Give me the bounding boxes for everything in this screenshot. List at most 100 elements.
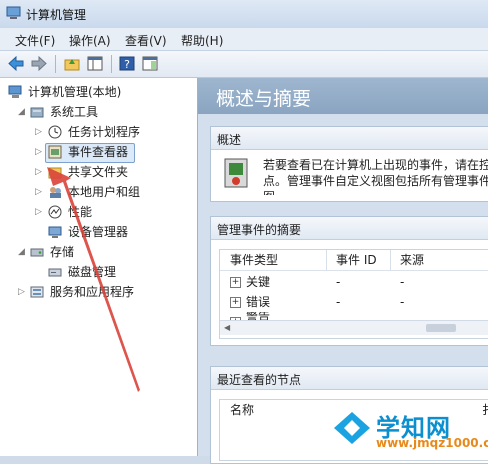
svg-text:?: ?: [124, 58, 130, 71]
device-manager-icon: [48, 225, 63, 239]
description-line: 点。管理事件自定义视图包括所有管理事件: [263, 174, 488, 188]
column-header-event-id[interactable]: 事件 ID: [336, 250, 377, 270]
menu-help[interactable]: 帮助(H): [181, 32, 223, 49]
horizontal-scrollbar[interactable]: ◀: [220, 320, 488, 335]
tree-item-label: 性能: [68, 205, 93, 219]
collapse-arrow-icon[interactable]: ◢: [18, 242, 28, 262]
description-line: 图: [263, 189, 488, 195]
overview-section-header[interactable]: 概述: [211, 127, 488, 150]
tree-item-label: 存储: [50, 245, 75, 259]
page-title: 概述与摘要: [216, 88, 312, 110]
column-header-name[interactable]: 名称: [230, 400, 254, 420]
tree-item-label: 服务和应用程序: [50, 285, 135, 299]
event-type-cell: 错误: [246, 295, 271, 309]
menu-view[interactable]: 查看(V): [125, 32, 167, 49]
tree-item-disk-management[interactable]: 磁盘管理: [0, 262, 197, 282]
tools-icon: [30, 105, 45, 119]
toolbar-separator: [55, 55, 56, 73]
tree-item-label: 本地用户和组: [68, 185, 141, 199]
tree-item-label: 事件查看器: [68, 145, 129, 159]
expand-arrow-icon[interactable]: ▷: [35, 162, 45, 182]
navigation-tree: 计算机管理(本地) ◢ 系统工具 ▷ 任务计划程序 ▷ 事件查看器 ▷ 共享文件…: [0, 78, 198, 456]
tree-item-label: 任务计划程序: [68, 125, 141, 139]
column-header-source[interactable]: 来源: [400, 250, 424, 270]
help-icon[interactable]: ?: [118, 55, 136, 72]
shared-folder-icon: [48, 165, 63, 179]
table-row[interactable]: + 错误 - -: [220, 292, 488, 312]
tree-item-performance[interactable]: ▷ 性能: [0, 202, 197, 222]
computer-management-icon: [6, 6, 22, 20]
table-header: 事件类型 事件 ID 来源: [220, 250, 488, 271]
scrollbar-thumb[interactable]: [426, 324, 456, 332]
section-title: 概述: [217, 133, 242, 147]
tree-item-storage[interactable]: ◢ 存储: [0, 242, 197, 262]
expand-arrow-icon[interactable]: ▷: [35, 142, 45, 162]
tree-item-label: 设备管理器: [68, 225, 129, 239]
title-bar: 计算机管理: [0, 0, 488, 28]
table-row[interactable]: + 关键 - -: [220, 272, 488, 292]
watermark: 学知网 www.jmqz1000.com: [330, 404, 488, 454]
watermark-url: www.jmqz1000.com: [376, 436, 488, 450]
overview-section: 概述 若要查看已在计算机上出现的事件，请在控 点。管理事件自定义视图包括所有管理…: [210, 126, 488, 202]
event-type-cell: 关键: [246, 275, 271, 289]
tree-item-task-scheduler[interactable]: ▷ 任务计划程序: [0, 122, 197, 142]
summary-section: 管理事件的摘要 事件类型 事件 ID 来源 + 关键 - - + 错误 - -: [210, 216, 488, 346]
menu-file[interactable]: 文件(F): [15, 32, 55, 49]
summary-table: 事件类型 事件 ID 来源 + 关键 - - + 错误 - - + 警告: [219, 249, 488, 339]
tree-item-root[interactable]: 计算机管理(本地): [0, 82, 197, 102]
menu-action[interactable]: 操作(A): [69, 32, 111, 49]
content-pane: 概述与摘要 概述 若要查看已在计算机上出现的事件，请在控 点。管理事件自定义视图…: [198, 78, 488, 464]
tree-item-label: 系统工具: [50, 105, 99, 119]
tree-item-services-apps[interactable]: ▷ 服务和应用程序: [0, 282, 197, 302]
event-type-cell: 警告: [246, 312, 271, 320]
expand-arrow-icon[interactable]: ▷: [35, 122, 45, 142]
tree-item-event-viewer[interactable]: ▷ 事件查看器: [0, 142, 197, 162]
section-title: 最近查看的节点: [217, 373, 302, 387]
performance-icon: [48, 205, 63, 219]
show-hide-tree-icon[interactable]: [86, 55, 104, 72]
tree-item-shared-folders[interactable]: ▷ 共享文件夹: [0, 162, 197, 182]
forward-icon[interactable]: [30, 55, 48, 72]
event-id-cell: -: [336, 275, 341, 289]
tree-item-label: 共享文件夹: [68, 165, 129, 179]
column-header-event-type[interactable]: 事件类型: [230, 250, 278, 270]
collapse-arrow-icon[interactable]: ◢: [18, 102, 28, 122]
expand-plus-icon[interactable]: +: [230, 277, 241, 288]
back-icon[interactable]: [7, 55, 25, 72]
summary-section-header[interactable]: 管理事件的摘要: [211, 217, 488, 240]
tree-item-local-users[interactable]: ▷ 本地用户和组: [0, 182, 197, 202]
up-folder-icon[interactable]: [63, 55, 81, 72]
window-title: 计算机管理: [26, 8, 87, 22]
description-line: 若要查看已在计算机上出现的事件，请在控: [263, 158, 488, 172]
toolbar: ?: [0, 51, 488, 78]
table-row[interactable]: + 警告: [220, 312, 488, 320]
toolbar-separator: [111, 55, 112, 73]
content-header: 概述与摘要: [198, 78, 488, 114]
scroll-left-icon[interactable]: ◀: [224, 323, 230, 332]
overview-description: 若要查看已在计算机上出现的事件，请在控 点。管理事件自定义视图包括所有管理事件 …: [263, 157, 488, 195]
tree-item-device-manager[interactable]: 设备管理器: [0, 222, 197, 242]
storage-icon: [30, 245, 45, 259]
expand-arrow-icon[interactable]: ▷: [35, 202, 45, 222]
tree-item-label: 磁盘管理: [68, 265, 117, 279]
source-cell: -: [400, 275, 405, 289]
expand-arrow-icon[interactable]: ▷: [18, 282, 28, 302]
expand-plus-icon[interactable]: +: [230, 297, 241, 308]
event-viewer-icon: [48, 145, 63, 159]
users-icon: [48, 185, 63, 199]
section-title: 管理事件的摘要: [217, 223, 302, 237]
clock-icon: [48, 125, 63, 139]
tree-item-system-tools[interactable]: ◢ 系统工具: [0, 102, 197, 122]
action-pane-icon[interactable]: [141, 55, 159, 72]
source-cell: -: [400, 295, 405, 309]
recent-nodes-section-header[interactable]: 最近查看的节点: [211, 367, 488, 390]
menu-bar: 文件(F) 操作(A) 查看(V) 帮助(H): [0, 28, 488, 51]
tree-item-label: 计算机管理(本地): [28, 85, 122, 99]
watermark-logo-icon: [334, 412, 370, 444]
column-divider[interactable]: [326, 250, 327, 270]
disk-icon: [48, 265, 63, 279]
event-log-icon: [223, 157, 251, 191]
column-divider[interactable]: [390, 250, 391, 270]
expand-arrow-icon[interactable]: ▷: [35, 182, 45, 202]
services-icon: [30, 285, 45, 299]
